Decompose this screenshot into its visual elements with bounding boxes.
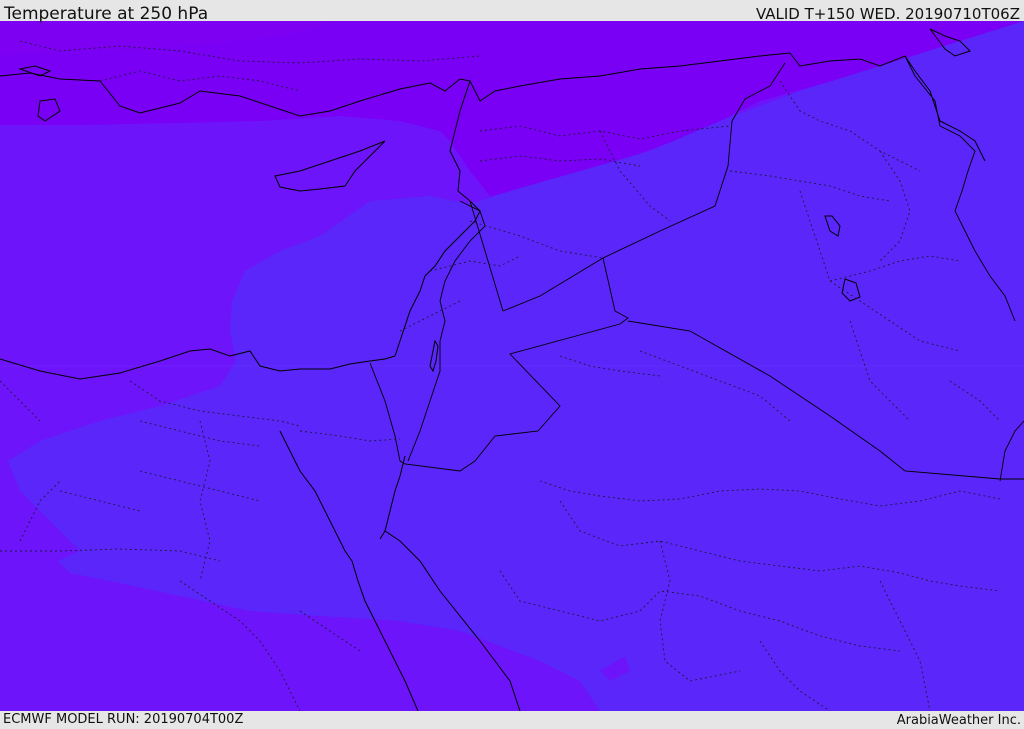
model-run-label: ECMWF MODEL RUN: 20190704T00Z — [3, 712, 244, 727]
map-frame: Temperature at 250 hPa VALID T+150 WED. … — [0, 0, 1024, 729]
valid-time: VALID T+150 WED. 20190710T06Z — [755, 5, 1020, 23]
header-bar: Temperature at 250 hPa VALID T+150 WED. … — [0, 0, 1024, 24]
weather-map — [0, 21, 1024, 711]
credit-label: ArabiaWeather Inc. — [896, 713, 1021, 728]
map-title: Temperature at 250 hPa — [4, 4, 209, 24]
map-area — [0, 21, 1024, 711]
footer-bar: ECMWF MODEL RUN: 20190704T00Z ArabiaWeat… — [0, 711, 1024, 729]
